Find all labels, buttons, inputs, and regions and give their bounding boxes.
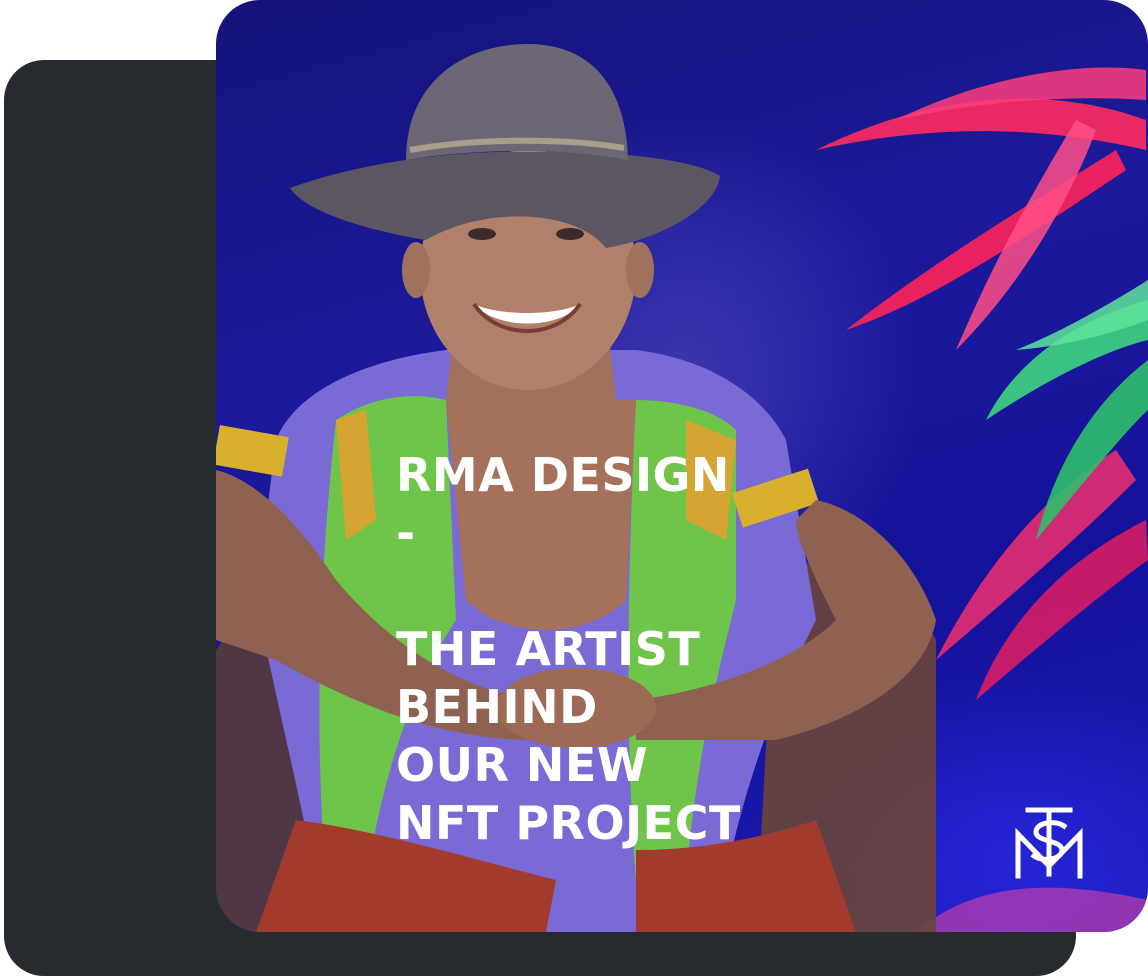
- headline-line: -: [396, 506, 416, 560]
- headline-line: RMA DESIGN: [396, 448, 730, 502]
- headline-line: THE ARTIST: [396, 622, 701, 676]
- post-headline: RMA DESIGN - THE ARTIST BEHIND OUR NEW N…: [396, 446, 1016, 852]
- headline-line: OUR NEW: [396, 738, 649, 792]
- tsm-monogram-icon: [1015, 807, 1083, 879]
- headline-line: BEHIND: [396, 680, 598, 734]
- headline-line: [396, 562, 1016, 620]
- headline-line: NFT PROJECT: [396, 796, 741, 850]
- post-image-card: RMA DESIGN - THE ARTIST BEHIND OUR NEW N…: [216, 0, 1148, 932]
